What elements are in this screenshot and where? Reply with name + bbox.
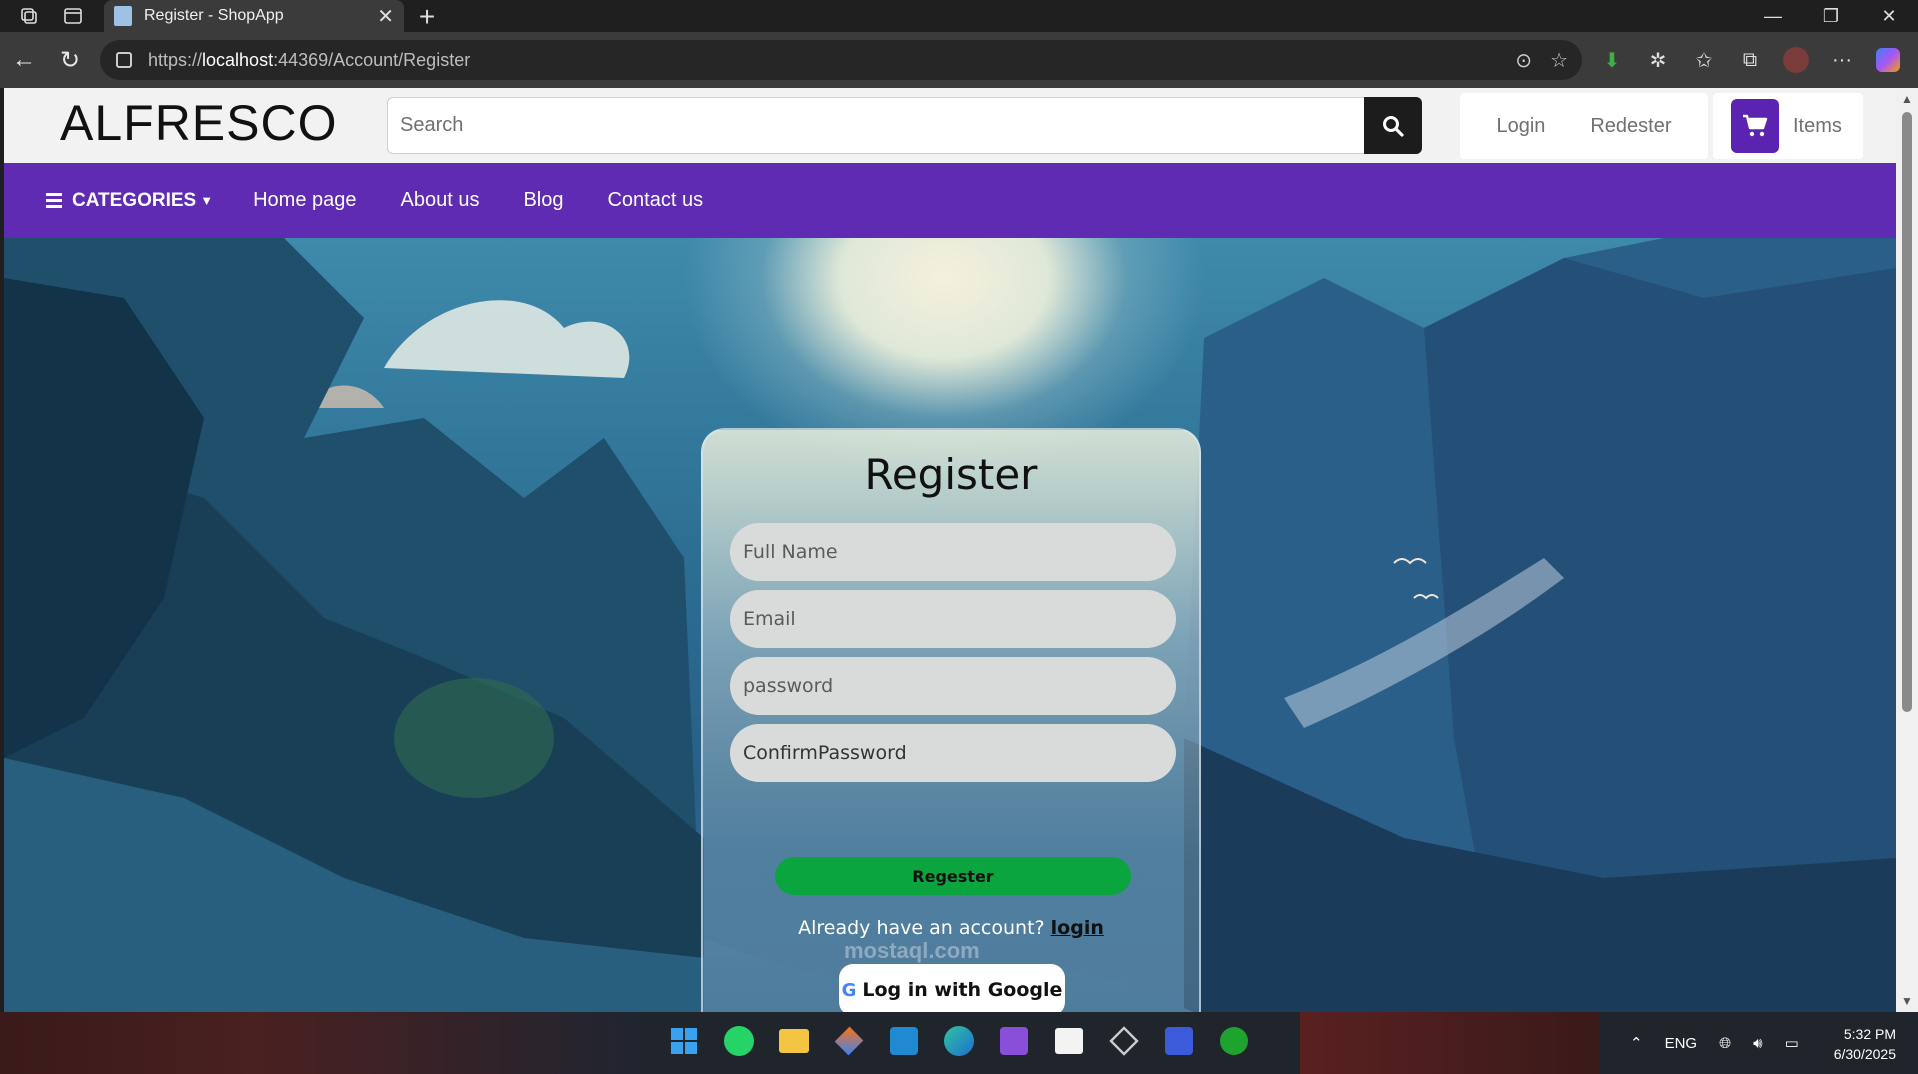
new-tab-icon[interactable]: + <box>412 1 442 33</box>
background-landscape: Register Regester Already have an accoun… <box>4 238 1896 1012</box>
search-bar <box>387 97 1422 154</box>
close-tab-icon[interactable]: ✕ <box>377 4 394 29</box>
login-link[interactable]: Login <box>1496 115 1545 138</box>
categories-label: CATEGORIES <box>72 189 197 211</box>
tray-chevron-up-icon[interactable]: ⌃ <box>1630 1034 1643 1052</box>
nav-home[interactable]: Home page <box>253 189 356 212</box>
categories-dropdown[interactable]: CATEGORIES ▼ <box>46 190 213 212</box>
taskbar-clock[interactable]: 5:32 PM 6/30/2025 <box>1834 1024 1896 1064</box>
battery-icon[interactable]: ▭ <box>1785 1034 1799 1052</box>
google-icon: G <box>841 979 857 1001</box>
reading-mode-icon[interactable]: ⊙ <box>1515 48 1532 73</box>
register-submit-button[interactable]: Regester <box>775 857 1131 895</box>
workspaces-icon[interactable] <box>14 1 44 31</box>
url-path: :44369/Account/Register <box>273 49 471 70</box>
site-header: ALFRESCO Login Redester Items <box>4 88 1896 163</box>
url-prefix: https:// <box>148 49 203 70</box>
refresh-icon[interactable]: ↻ <box>48 38 92 82</box>
google-login-button[interactable]: G Log in with Google <box>839 964 1065 1012</box>
favorites-icon[interactable]: ✩ <box>1688 44 1720 76</box>
cart-icon-badge <box>1731 99 1779 153</box>
close-window-icon[interactable]: ✕ <box>1860 0 1918 32</box>
page-scrollbar[interactable]: ▲ ▼ <box>1896 88 1918 1012</box>
caret-down-icon: ▼ <box>200 193 214 208</box>
more-menu-icon[interactable]: ··· <box>1826 44 1858 76</box>
nav-contact[interactable]: Contact us <box>607 189 703 212</box>
auth-links: Login Redester <box>1460 93 1708 159</box>
xbox-icon[interactable] <box>1214 1021 1254 1061</box>
os-taskbar: ⌃ ENG 🌐︎ 🔊︎ ▭ 5:32 PM 6/30/2025 <box>0 1012 1918 1074</box>
register-link[interactable]: Redester <box>1590 115 1671 138</box>
tab-title: Register - ShopApp <box>144 7 284 24</box>
browser-tab-strip: Register - ShopApp ✕ + — ❐ ✕ <box>0 0 1918 32</box>
password-input[interactable] <box>730 657 1176 715</box>
scroll-up-icon[interactable]: ▲ <box>1901 92 1913 106</box>
search-input[interactable] <box>388 98 1364 153</box>
register-card: Register Regester Already have an accoun… <box>701 428 1201 1012</box>
url-host: localhost <box>202 49 274 70</box>
confirm-password-input[interactable] <box>730 724 1176 782</box>
lock-icon[interactable] <box>116 52 132 68</box>
download-icon[interactable]: ⬇ <box>1596 44 1628 76</box>
page-viewport: ALFRESCO Login Redester Items CATEGORIES… <box>4 88 1896 1012</box>
browser-toolbar-icons: ⬇ ✲ ✩ ⧉ ··· <box>1596 40 1904 80</box>
nav-blog[interactable]: Blog <box>523 189 563 212</box>
have-account-line: Already have an account? login <box>703 917 1199 939</box>
google-login-label: Log in with Google <box>862 979 1063 1001</box>
menu-bars-icon <box>46 190 62 211</box>
language-indicator[interactable]: ENG <box>1665 1035 1698 1052</box>
have-account-text: Already have an account? <box>798 917 1051 939</box>
scroll-thumb[interactable] <box>1902 112 1912 712</box>
email-input[interactable] <box>730 590 1176 648</box>
cart-label: Items <box>1793 114 1842 137</box>
network-globe-icon[interactable]: 🌐︎ <box>1719 1035 1731 1052</box>
watermark-text: mostaql.com <box>844 938 980 963</box>
unity-icon[interactable] <box>1104 1021 1144 1061</box>
taskbar-wallpaper-left <box>0 1012 640 1074</box>
profile-avatar-icon[interactable] <box>1780 44 1812 76</box>
start-windows-icon[interactable] <box>664 1021 704 1061</box>
url-bar[interactable]: https://localhost:44369/Account/Register… <box>100 40 1582 80</box>
file-explorer-icon[interactable] <box>774 1021 814 1061</box>
cart-icon <box>1743 114 1768 137</box>
scroll-down-icon[interactable]: ▼ <box>1901 994 1913 1008</box>
taskbar-apps <box>664 1021 1254 1061</box>
text-editor-icon[interactable] <box>1159 1021 1199 1061</box>
back-icon[interactable]: ← <box>2 38 46 82</box>
vertical-tabs-icon[interactable] <box>58 1 88 31</box>
login-link-inline[interactable]: login <box>1051 917 1104 939</box>
store-icon[interactable] <box>1049 1021 1089 1061</box>
copilot-icon[interactable] <box>1872 44 1904 76</box>
visual-studio-icon[interactable] <box>994 1021 1034 1061</box>
whatsapp-icon[interactable] <box>719 1021 759 1061</box>
restore-icon[interactable]: ❐ <box>1802 0 1860 32</box>
volume-icon[interactable]: 🔊︎ <box>1753 1035 1762 1052</box>
page-favicon-icon <box>114 6 132 26</box>
nav-about[interactable]: About us <box>401 189 480 212</box>
taskbar-wallpaper-right <box>1300 1012 1600 1074</box>
clock-time: 5:32 PM <box>1843 1026 1896 1042</box>
edge-icon[interactable] <box>939 1021 979 1061</box>
main-nav: CATEGORIES ▼ Home page About us Blog Con… <box>4 163 1896 238</box>
clock-date: 6/30/2025 <box>1833 1046 1896 1062</box>
search-icon <box>1383 115 1404 137</box>
favorite-star-icon[interactable]: ☆ <box>1550 48 1568 73</box>
window-controls: — ❐ ✕ <box>1744 0 1918 32</box>
cart-button[interactable]: Items <box>1713 93 1863 159</box>
package-app-icon[interactable] <box>829 1021 869 1061</box>
site-logo[interactable]: ALFRESCO <box>60 94 338 152</box>
system-tray: ⌃ ENG 🌐︎ 🔊︎ ▭ <box>1630 1012 1799 1074</box>
full-name-input[interactable] <box>730 523 1176 581</box>
search-button[interactable] <box>1364 97 1422 154</box>
register-title: Register <box>864 450 1038 499</box>
minimize-icon[interactable]: — <box>1744 0 1802 32</box>
address-toolbar: ← ↻ https://localhost:44369/Account/Regi… <box>0 32 1918 88</box>
active-tab[interactable]: Register - ShopApp ✕ <box>104 0 404 32</box>
collections-icon[interactable]: ⧉ <box>1734 44 1766 76</box>
vscode-icon[interactable] <box>884 1021 924 1061</box>
extensions-icon[interactable]: ✲ <box>1642 44 1674 76</box>
